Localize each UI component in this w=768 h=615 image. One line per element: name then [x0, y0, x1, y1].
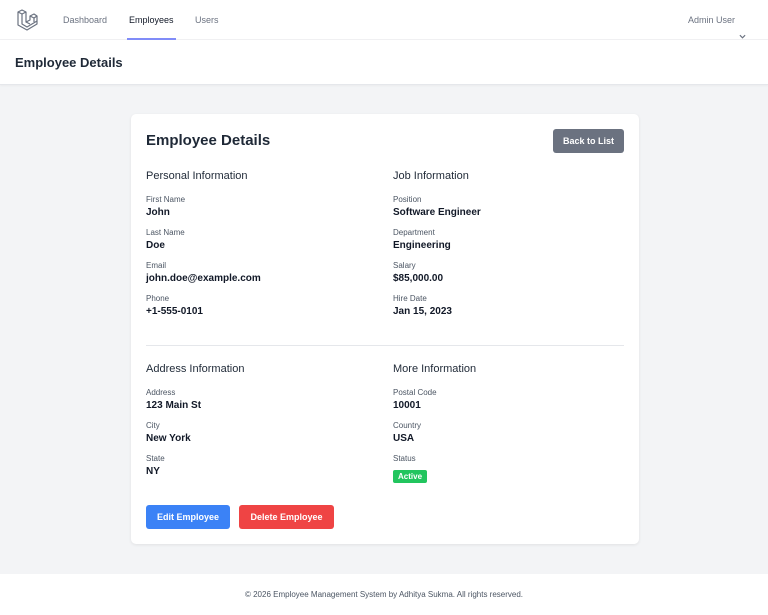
more-information-section: More Information Postal Code 10001 Count…	[393, 363, 623, 494]
footer: © 2026 Employee Management System by Adh…	[0, 574, 768, 615]
field-city: City New York	[146, 421, 376, 444]
field-first-name: First Name John	[146, 195, 376, 218]
field-label: Postal Code	[393, 388, 437, 397]
field-department: Department Engineering	[393, 228, 623, 251]
field-label: Position	[393, 195, 422, 204]
field-state: State NY	[146, 454, 376, 477]
nav-link-dashboard[interactable]: Dashboard	[63, 0, 107, 40]
user-name: Admin User	[687, 15, 735, 25]
field-value: Software Engineer	[393, 207, 481, 218]
field-postal-code: Postal Code 10001	[393, 388, 623, 411]
laravel-logo-icon[interactable]	[16, 9, 38, 31]
field-label: State	[146, 454, 165, 463]
field-label: First Name	[146, 195, 186, 204]
field-value: 123 Main St	[146, 400, 202, 411]
field-label: Last Name	[146, 228, 185, 237]
field-value: NY	[146, 466, 160, 477]
footer-text: © 2026 Employee Management System by Adh…	[244, 590, 524, 599]
section-title: Job Information	[393, 170, 469, 182]
field-value: Jan 15, 2023	[393, 306, 452, 317]
field-label: City	[146, 421, 160, 430]
nav-link-employees[interactable]: Employees	[127, 0, 176, 40]
field-position: Position Software Engineer	[393, 195, 623, 218]
top-navigation: Dashboard Employees Users Admin User	[0, 0, 768, 40]
page-title: Employee Details	[15, 55, 123, 70]
field-value: 10001	[393, 400, 421, 411]
status-badge: Active	[393, 470, 428, 483]
field-label: Phone	[146, 294, 170, 303]
field-value: Engineering	[393, 240, 451, 251]
field-label: Country	[393, 421, 422, 430]
field-label: Hire Date	[393, 294, 427, 303]
field-value: $85,000.00	[393, 273, 444, 284]
field-value: john.doe@example.com	[146, 273, 261, 284]
field-label: Salary	[393, 261, 416, 270]
address-information-section: Address Information Address 123 Main St …	[146, 363, 376, 487]
employee-details-card: Employee Details Back to List Personal I…	[131, 114, 639, 544]
card-title: Employee Details	[146, 132, 271, 149]
page-header: Employee Details	[0, 40, 768, 85]
field-status: Status Active	[393, 454, 623, 484]
field-address: Address 123 Main St	[146, 388, 376, 411]
back-to-list-button[interactable]: Back to List	[553, 129, 624, 153]
field-last-name: Last Name Doe	[146, 228, 376, 251]
section-divider	[146, 345, 624, 346]
field-salary: Salary $85,000.00	[393, 261, 623, 284]
field-label: Status	[393, 454, 416, 463]
field-value: New York	[146, 433, 191, 444]
field-value: USA	[393, 433, 415, 444]
chevron-down-icon	[739, 17, 746, 39]
user-menu[interactable]: Admin User	[688, 0, 746, 40]
field-label: Department	[393, 228, 435, 237]
personal-information-section: Personal Information First Name John Las…	[146, 170, 376, 327]
nav-link-users[interactable]: Users	[195, 0, 219, 40]
section-title: More Information	[393, 363, 477, 375]
field-hire-date: Hire Date Jan 15, 2023	[393, 294, 623, 317]
field-value: Doe	[146, 240, 165, 251]
delete-employee-button[interactable]: Delete Employee	[239, 505, 334, 529]
field-label: Email	[146, 261, 167, 270]
field-email: Email john.doe@example.com	[146, 261, 376, 284]
field-value: John	[146, 207, 170, 218]
job-information-section: Job Information Position Software Engine…	[393, 170, 623, 327]
section-title: Personal Information	[146, 170, 248, 182]
field-country: Country USA	[393, 421, 623, 444]
field-label: Address	[146, 388, 176, 397]
field-phone: Phone +1-555-0101	[146, 294, 376, 317]
field-value: +1-555-0101	[146, 306, 203, 317]
section-title: Address Information	[146, 363, 245, 375]
edit-employee-button[interactable]: Edit Employee	[146, 505, 230, 529]
